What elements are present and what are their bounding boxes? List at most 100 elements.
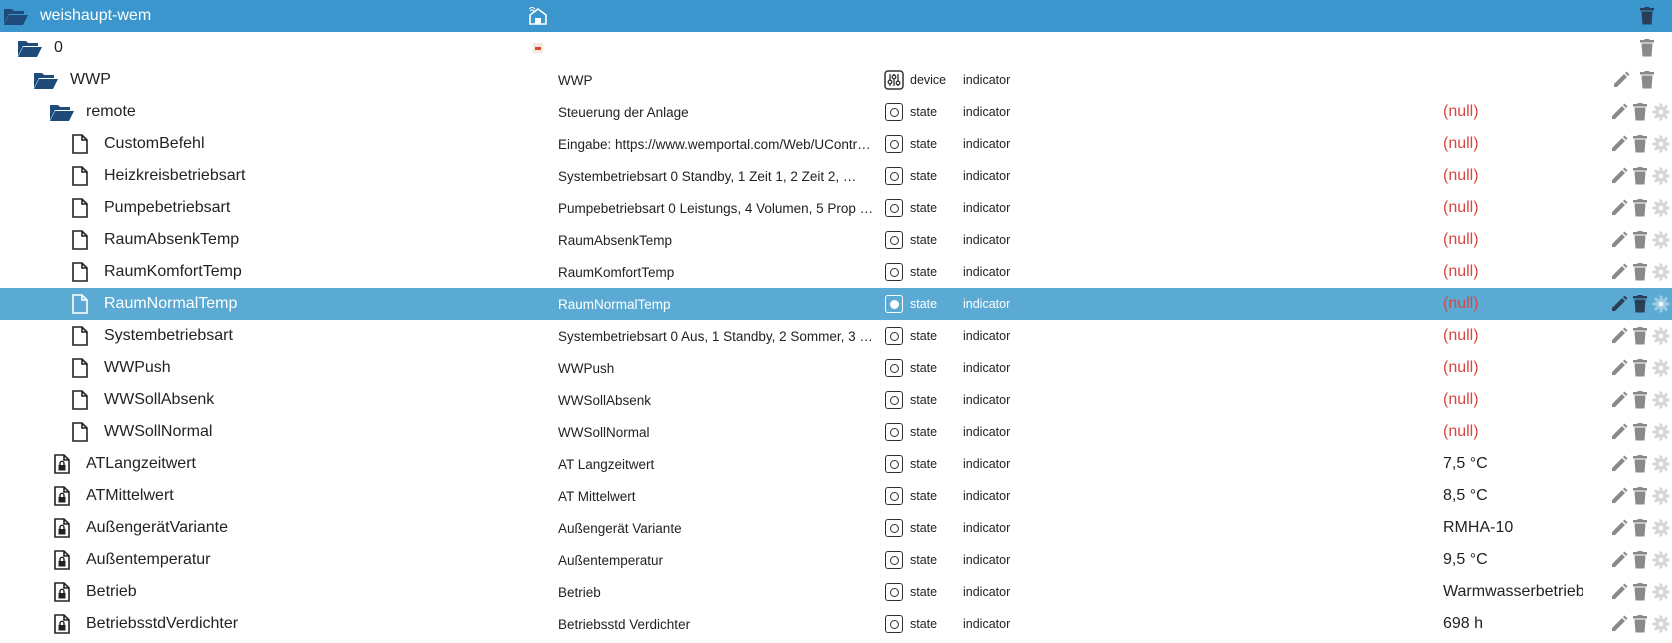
delete-icon[interactable]: [1630, 452, 1649, 476]
edit-icon[interactable]: [1609, 196, 1628, 220]
edit-icon[interactable]: [1609, 612, 1628, 636]
delete-icon[interactable]: [1635, 4, 1659, 28]
tree-row[interactable]: remote Steuerung der Anlage state indicator…: [0, 96, 1672, 128]
delete-icon[interactable]: [1635, 36, 1659, 60]
edit-icon[interactable]: [1609, 516, 1628, 540]
delete-icon[interactable]: [1630, 196, 1649, 220]
settings-gear-icon[interactable]: [1651, 132, 1670, 156]
row-value[interactable]: 698 h: [1443, 608, 1583, 640]
row-value[interactable]: 8,5 °C: [1443, 480, 1583, 512]
edit-icon[interactable]: [1609, 132, 1628, 156]
row-value[interactable]: (null): [1443, 256, 1583, 288]
tree-row[interactable]: ATLangzeitwert AT Langzeitwert state indica…: [0, 448, 1672, 480]
settings-gear-icon[interactable]: [1651, 164, 1670, 188]
tree-row[interactable]: Pumpebetriebsart Pumpebetriebsart 0 Leist…: [0, 192, 1672, 224]
row-value[interactable]: (null): [1443, 96, 1583, 128]
folder-open-icon[interactable]: [2, 4, 30, 28]
tree-cell: Systembetriebsart: [0, 320, 606, 352]
delete-icon[interactable]: [1630, 132, 1649, 156]
row-value[interactable]: (null): [1443, 384, 1583, 416]
edit-icon[interactable]: [1609, 100, 1628, 124]
row-label: 0: [54, 39, 63, 56]
tree-row[interactable]: WWPush WWPush state indicator (null): [0, 352, 1672, 384]
tree-row[interactable]: Betrieb Betrieb state indicator Warmwasserbe…: [0, 576, 1672, 608]
edit-icon[interactable]: [1609, 324, 1628, 348]
settings-gear-icon[interactable]: [1651, 356, 1670, 380]
tree-row[interactable]: CustomBefehl Eingabe: https://www.wemport…: [0, 128, 1672, 160]
row-value[interactable]: 7,5 °C: [1443, 448, 1583, 480]
delete-icon[interactable]: [1630, 612, 1649, 636]
delete-icon[interactable]: [1630, 228, 1649, 252]
settings-gear-icon[interactable]: [1651, 548, 1670, 572]
settings-gear-icon[interactable]: [1651, 100, 1670, 124]
settings-gear-icon[interactable]: [1651, 388, 1670, 412]
folder-open-icon[interactable]: [32, 68, 60, 92]
settings-gear-icon[interactable]: [1651, 612, 1670, 636]
delete-icon[interactable]: [1630, 484, 1649, 508]
settings-gear-icon[interactable]: [1651, 324, 1670, 348]
row-value[interactable]: (null): [1443, 128, 1583, 160]
settings-gear-icon[interactable]: [1651, 260, 1670, 284]
delete-icon[interactable]: [1630, 356, 1649, 380]
tree-row[interactable]: 0: [0, 32, 1672, 64]
edit-icon[interactable]: [1609, 292, 1628, 316]
edit-icon[interactable]: [1609, 68, 1633, 92]
edit-icon[interactable]: [1609, 260, 1628, 284]
edit-icon[interactable]: [1609, 452, 1628, 476]
tree-row[interactable]: RaumKomfortTemp RaumKomfortTemp state indic…: [0, 256, 1672, 288]
settings-gear-icon[interactable]: [1651, 516, 1670, 540]
delete-icon[interactable]: [1630, 260, 1649, 284]
type-icon-cell: [884, 96, 904, 128]
delete-icon[interactable]: [1630, 100, 1649, 124]
settings-gear-icon[interactable]: [1651, 196, 1670, 220]
settings-gear-icon[interactable]: [1651, 292, 1670, 316]
delete-icon[interactable]: [1630, 164, 1649, 188]
tree-row[interactable]: RaumNormalTemp RaumNormalTemp state indicat…: [0, 288, 1672, 320]
row-value[interactable]: 9,5 °C: [1443, 544, 1583, 576]
row-value[interactable]: (null): [1443, 416, 1583, 448]
delete-icon[interactable]: [1630, 516, 1649, 540]
delete-icon[interactable]: [1630, 388, 1649, 412]
row-value[interactable]: (null): [1443, 320, 1583, 352]
delete-icon[interactable]: [1630, 548, 1649, 572]
row-value[interactable]: (null): [1443, 160, 1583, 192]
delete-icon[interactable]: [1630, 292, 1649, 316]
settings-gear-icon[interactable]: [1651, 484, 1670, 508]
tree-root-row[interactable]: weishaupt-wem: [0, 0, 1672, 32]
tree-row[interactable]: Außentemperatur Außentemperatur state indic…: [0, 544, 1672, 576]
delete-icon[interactable]: [1630, 580, 1649, 604]
tree-row[interactable]: BetriebsstdVerdichter Betriebsstd Verdich…: [0, 608, 1672, 640]
folder-open-icon[interactable]: [16, 36, 44, 60]
folder-open-icon[interactable]: [48, 100, 76, 124]
tree-row[interactable]: WWSollAbsenk WWSollAbsenk state indicator (n…: [0, 384, 1672, 416]
edit-icon[interactable]: [1609, 356, 1628, 380]
row-label: ATLangzeitwert: [86, 455, 196, 472]
tree-row[interactable]: Systembetriebsart Systembetriebsart 0 Aus…: [0, 320, 1672, 352]
tree-row[interactable]: WWP WWP device indicator: [0, 64, 1672, 96]
settings-gear-icon[interactable]: [1651, 452, 1670, 476]
settings-gear-icon[interactable]: [1651, 420, 1670, 444]
row-value[interactable]: (null): [1443, 288, 1583, 320]
row-value[interactable]: (null): [1443, 224, 1583, 256]
edit-icon[interactable]: [1609, 420, 1628, 444]
tree-row[interactable]: Heizkreisbetriebsart Systembetriebsart 0 …: [0, 160, 1672, 192]
row-value[interactable]: (null): [1443, 352, 1583, 384]
settings-gear-icon[interactable]: [1651, 580, 1670, 604]
delete-icon[interactable]: [1630, 324, 1649, 348]
edit-icon[interactable]: [1609, 164, 1628, 188]
settings-gear-icon[interactable]: [1651, 228, 1670, 252]
tree-row[interactable]: AußengerätVariante Außengerät Variante sta…: [0, 512, 1672, 544]
tree-row[interactable]: WWSollNormal WWSollNormal state indicator (n…: [0, 416, 1672, 448]
row-value[interactable]: RMHA-10: [1443, 512, 1583, 544]
edit-icon[interactable]: [1609, 228, 1628, 252]
edit-icon[interactable]: [1609, 580, 1628, 604]
edit-icon[interactable]: [1609, 548, 1628, 572]
row-value[interactable]: Warmwasserbetrieb: [1443, 576, 1583, 608]
delete-icon[interactable]: [1630, 420, 1649, 444]
delete-icon[interactable]: [1635, 68, 1659, 92]
row-value[interactable]: (null): [1443, 192, 1583, 224]
edit-icon[interactable]: [1609, 388, 1628, 412]
tree-row[interactable]: RaumAbsenkTemp RaumAbsenkTemp state indicat…: [0, 224, 1672, 256]
tree-row[interactable]: ATMittelwert AT Mittelwert state indicator 8…: [0, 480, 1672, 512]
edit-icon[interactable]: [1609, 484, 1628, 508]
